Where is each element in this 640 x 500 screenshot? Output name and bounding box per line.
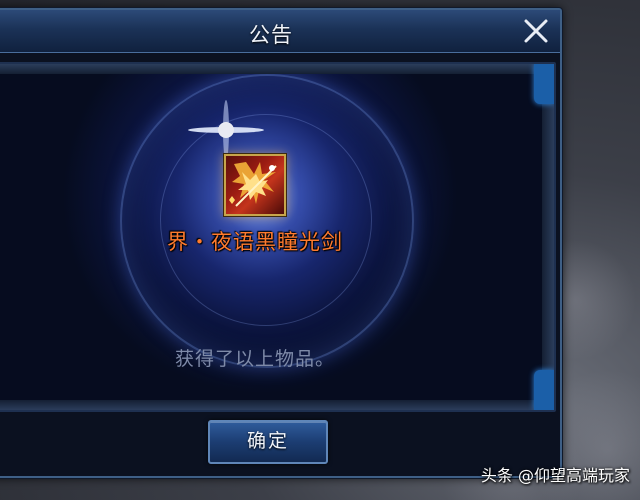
confirm-button[interactable]: 确定 <box>208 420 328 464</box>
reward-message: 获得了以上物品。 <box>174 348 335 370</box>
dialog-title-bar[interactable]: 公告 <box>0 10 560 53</box>
reward-panel: 界・夜语黑瞳光剑 获得了以上物品。 <box>0 62 556 412</box>
frame-bottom <box>0 400 554 410</box>
watermark: 头条 @仰望高端玩家 <box>480 466 630 485</box>
dialog-title: 公告 <box>249 23 293 47</box>
close-button[interactable] <box>520 16 552 46</box>
close-icon <box>524 19 548 43</box>
game-screen: 公告 界・夜语黑瞳光剑 获得了以上物品。 确定 头条 @仰望高端玩家 <box>0 0 640 500</box>
frame-corner-bottom-right <box>534 370 554 410</box>
frame-corner-top-right <box>534 64 554 104</box>
item-name: 界・夜语黑瞳光剑 <box>167 230 343 254</box>
announcement-dialog: 公告 界・夜语黑瞳光剑 获得了以上物品。 确定 <box>0 8 562 478</box>
sword-item-icon[interactable] <box>224 154 286 216</box>
frame-right <box>542 64 554 410</box>
frame-top <box>0 64 554 74</box>
